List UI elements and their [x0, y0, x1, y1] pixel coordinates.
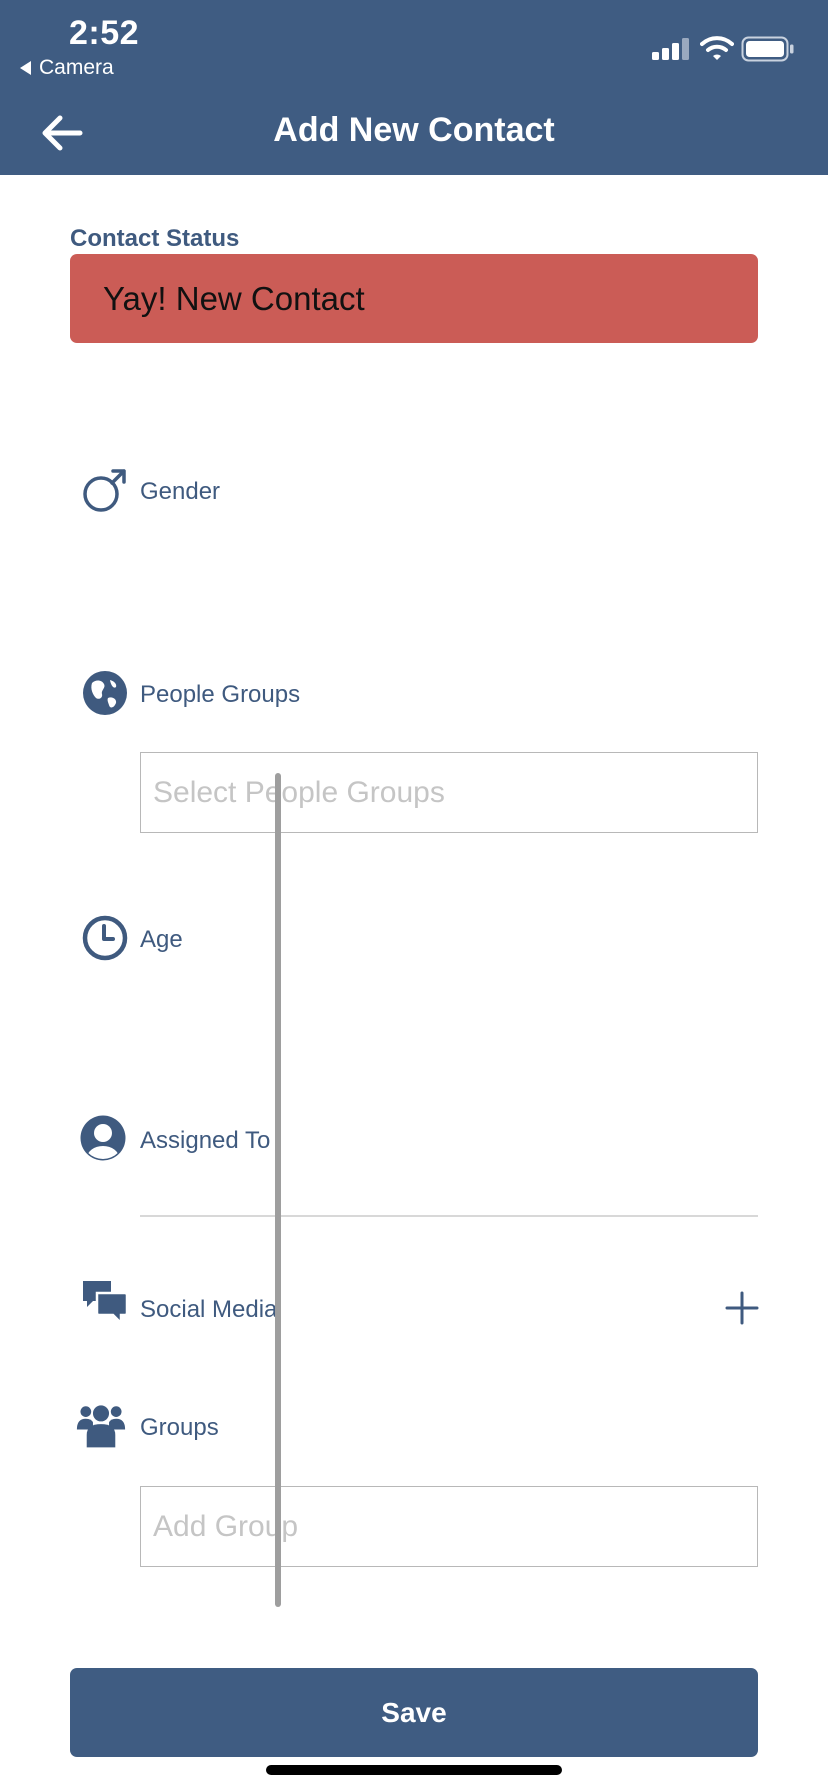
contact-status-select[interactable]: Yay! New Contact	[70, 254, 758, 343]
male-icon	[83, 469, 126, 512]
globe-icon	[83, 671, 127, 715]
back-triangle-icon	[20, 61, 31, 75]
people-groups-input[interactable]: Select People Groups	[140, 752, 758, 833]
scroll-indicator[interactable]	[275, 773, 281, 1607]
contact-status-value: Yay! New Contact	[103, 279, 365, 317]
status-time: 2:52	[69, 14, 140, 52]
user-icon	[80, 1115, 126, 1161]
back-to-app-link[interactable]: Camera	[20, 56, 114, 80]
save-button-label: Save	[381, 1696, 447, 1728]
back-app-label: Camera	[39, 56, 114, 79]
people-icon	[76, 1405, 126, 1448]
wifi-icon	[700, 36, 734, 60]
app-header: 2:52 Camera Add New Contact	[0, 0, 828, 175]
age-label[interactable]: Age	[140, 926, 183, 954]
add-group-input[interactable]: Add Group	[140, 1486, 758, 1567]
people-groups-placeholder: Select People Groups	[153, 775, 445, 809]
home-indicator[interactable]	[266, 1765, 562, 1775]
social-media-label: Social Media	[140, 1296, 278, 1323]
plus-icon[interactable]	[724, 1290, 760, 1326]
people-groups-label: People Groups	[140, 681, 301, 708]
groups-label: Groups	[140, 1414, 219, 1441]
chat-icon	[83, 1281, 129, 1327]
assigned-to-divider	[140, 1215, 758, 1217]
clock-icon	[82, 915, 128, 961]
save-button[interactable]: Save	[70, 1668, 758, 1757]
contact-status-label: Contact Status	[70, 225, 240, 252]
page-title: Add New Contact	[273, 111, 555, 149]
cellular-signal-icon	[652, 38, 689, 60]
assigned-to-label[interactable]: Assigned To	[140, 1127, 270, 1155]
gender-label[interactable]: Gender	[140, 478, 220, 506]
battery-icon	[741, 36, 794, 62]
